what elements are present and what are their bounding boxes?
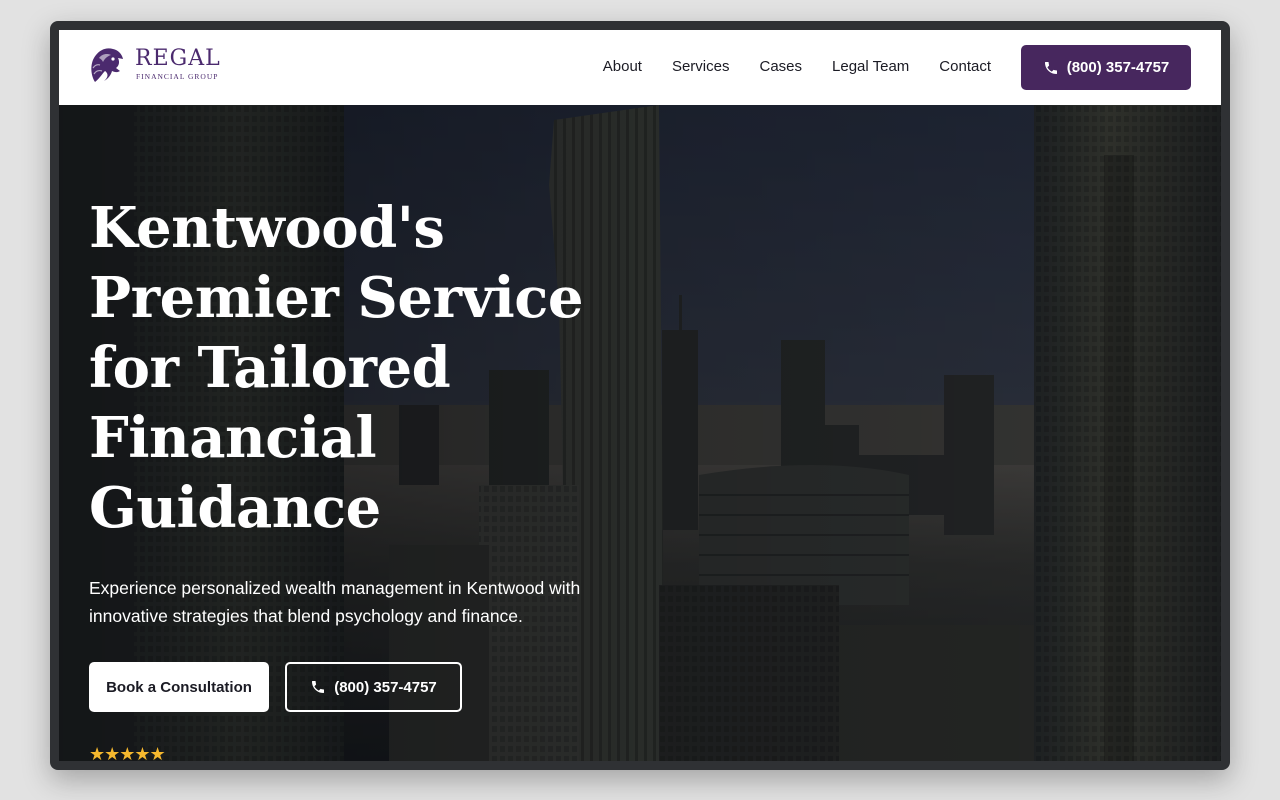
header-phone-button[interactable]: (800) 357-4757 <box>1021 45 1191 90</box>
star-rating: ★★★★★ <box>89 744 166 761</box>
nav-legal-team[interactable]: Legal Team <box>832 58 909 75</box>
hero-content: Kentwood's Premier Service for Tailored … <box>89 193 729 761</box>
nav-services[interactable]: Services <box>672 58 730 75</box>
main-nav: About Services Cases Legal Team Contact <box>603 58 991 75</box>
hero-title-line: for Tailored <box>89 335 451 401</box>
site-header: REGAL FINANCIAL GROUP About Services Cas… <box>59 30 1221 105</box>
browser-frame: REGAL FINANCIAL GROUP About Services Cas… <box>50 21 1230 770</box>
lion-head-icon <box>91 48 123 82</box>
book-consultation-button[interactable]: Book a Consultation <box>89 662 269 712</box>
hero-title-line: Premier Service <box>89 265 584 331</box>
website: REGAL FINANCIAL GROUP About Services Cas… <box>59 30 1221 761</box>
hero-phone-button[interactable]: (800) 357-4757 <box>285 662 462 712</box>
hero-title: Kentwood's Premier Service for Tailored … <box>89 193 729 543</box>
logo[interactable]: REGAL FINANCIAL GROUP <box>87 44 227 86</box>
hero-phone-label: (800) 357-4757 <box>334 678 437 696</box>
logo-tagline: FINANCIAL GROUP <box>136 72 219 81</box>
hero-subtitle: Experience personalized wealth managemen… <box>89 578 581 626</box>
hero-actions: Book a Consultation (800) 357-4757 <box>89 662 729 712</box>
nav-cases[interactable]: Cases <box>759 58 802 75</box>
hero-section: Kentwood's Premier Service for Tailored … <box>59 105 1221 761</box>
phone-icon <box>310 679 326 695</box>
phone-icon <box>1043 60 1059 76</box>
hero-title-line: Guidance <box>89 475 381 541</box>
header-phone-label: (800) 357-4757 <box>1066 59 1170 76</box>
hero-title-line: Kentwood's <box>89 195 445 261</box>
nav-contact[interactable]: Contact <box>939 58 991 75</box>
nav-about[interactable]: About <box>603 58 642 75</box>
hero-title-line: Financial <box>89 405 377 471</box>
logo-name: REGAL <box>135 46 221 71</box>
